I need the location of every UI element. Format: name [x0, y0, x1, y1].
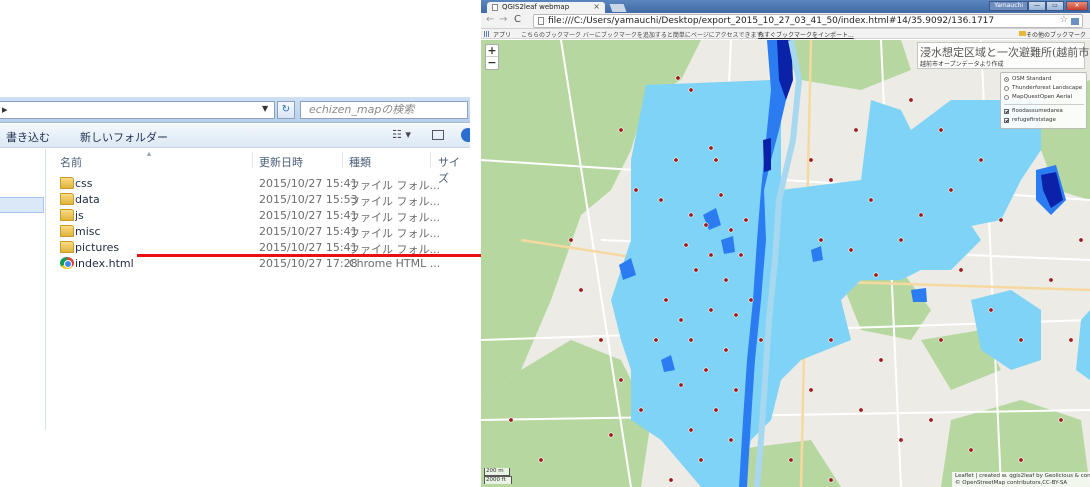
scale-metric: 200 m [484, 468, 510, 476]
column-modified[interactable]: 更新日時 [259, 154, 303, 170]
folder-icon [60, 241, 74, 253]
attribution-line-2[interactable]: © OpenStreetMap contributors,CC-BY-SA [955, 480, 1087, 487]
refresh-button[interactable]: ↻ [277, 101, 295, 119]
scale-imperial: 2000 ft [484, 476, 512, 484]
file-name: misc [75, 225, 101, 238]
extension-icon[interactable] [1071, 18, 1079, 25]
map-title-box: 浸水想定区域と一次避難所(越前市) 越前市オープンデータより作成 [917, 42, 1090, 69]
bookmarks-hint: こちらのブックマーク バーにブックマークを追加すると簡単にページにアクセスできま… [521, 32, 768, 39]
file-name: data [75, 193, 100, 206]
page-icon [492, 4, 498, 11]
file-name: js [75, 209, 84, 222]
apps-grid-icon[interactable] [484, 31, 490, 37]
maximize-button[interactable]: ▭ [1046, 1, 1064, 11]
burn-button[interactable]: 書き込む [6, 129, 50, 145]
file-name: index.html [75, 257, 134, 270]
navigation-pane [0, 149, 46, 430]
column-type[interactable]: 種類 [349, 154, 371, 170]
bookmarks-bar: アプリ こちらのブックマーク バーにブックマークを追加すると簡単にページにアクセ… [481, 29, 1090, 39]
back-icon[interactable]: ← [486, 14, 494, 25]
apps-link[interactable]: アプリ [493, 30, 511, 39]
user-profile-button[interactable]: Yamauchi [989, 1, 1028, 11]
address-bar[interactable]: file:///C:/Users/yamauchi/Desktop/export… [533, 14, 1083, 28]
map-attribution: Leaflet | created w. qgis2leaf by Geolic… [952, 472, 1090, 487]
file-modified: 2015/10/27 15:53 [259, 193, 358, 206]
help-icon[interactable] [461, 128, 470, 142]
page-info-icon[interactable] [538, 17, 544, 25]
scale-bar: 200 m 2000 ft [484, 468, 512, 484]
file-modified: 2015/10/27 15:41 [259, 177, 358, 190]
file-row-misc[interactable]: misc 2015/10/27 15:41 ファイル フォル... [47, 224, 470, 240]
sort-arrow-icon: ▴ [147, 149, 152, 158]
address-input[interactable]: ▸ ▼ [0, 101, 275, 119]
file-type: ファイル フォル... [349, 227, 440, 240]
map-canvas[interactable] [481, 40, 1090, 487]
column-name[interactable]: 名前 [60, 154, 82, 170]
new-tab-button[interactable] [609, 4, 627, 12]
layer-separator [1004, 104, 1084, 105]
folder-icon [60, 177, 74, 189]
zoom-control: + − [485, 44, 499, 70]
checkbox-icon[interactable] [1004, 109, 1009, 114]
preview-pane-icon[interactable] [432, 130, 444, 140]
attribution-line-1[interactable]: Leaflet | created w. qgis2leaf by Geolic… [955, 473, 1090, 480]
layer-label: refugefirststage [1012, 117, 1056, 123]
breadcrumb-chevron-icon[interactable]: ▸ [2, 103, 8, 116]
radio-icon[interactable] [1004, 86, 1009, 91]
zoom-out-button[interactable]: − [486, 57, 498, 69]
new-folder-button[interactable]: 新しいフォルダー [80, 129, 168, 145]
file-type: ファイル フォル... [349, 211, 440, 224]
tab-strip: QGIS2leaf webmap × Yamauchi — ▭ ✕ [481, 0, 1090, 13]
explorer-toolbar: 書き込む 新しいフォルダー ☷ ▾ [0, 124, 470, 148]
layer-label: MapQuestOpen Aerial [1012, 94, 1073, 100]
file-type: ファイル フォル... [349, 179, 440, 192]
radio-icon[interactable] [1004, 95, 1009, 100]
leaflet-map[interactable]: + − 浸水想定区域と一次避難所(越前市) 越前市オープンデータより作成 OSM… [481, 40, 1090, 487]
file-name: css [75, 177, 93, 190]
folder-icon [60, 225, 74, 237]
radio-icon[interactable] [1004, 77, 1009, 82]
checkbox-icon[interactable] [1004, 118, 1009, 123]
file-modified: 2015/10/27 15:41 [259, 225, 358, 238]
folder-icon [1019, 31, 1026, 36]
chrome-icon [60, 257, 74, 269]
file-row-data[interactable]: data 2015/10/27 15:53 ファイル フォル... [47, 192, 470, 208]
minimize-button[interactable]: — [1028, 1, 1046, 11]
import-bookmarks-link[interactable]: 今すぐブックマークをインポート... [758, 30, 854, 39]
reload-icon[interactable]: C [514, 14, 521, 25]
tab-qgis2leaf-webmap[interactable]: QGIS2leaf webmap × [487, 2, 605, 13]
forward-icon[interactable]: → [499, 14, 507, 25]
file-row-js[interactable]: js 2015/10/27 15:41 ファイル フォル... [47, 208, 470, 224]
file-name: pictures [75, 241, 120, 254]
chrome-browser-window: QGIS2leaf webmap × Yamauchi — ▭ ✕ ← → C … [481, 0, 1090, 487]
layer-label: floodassumedarea [1012, 108, 1063, 114]
map-subtitle: 越前市オープンデータより作成 [920, 61, 1004, 68]
close-window-button[interactable]: ✕ [1066, 1, 1088, 11]
nav-selected-item[interactable] [0, 197, 44, 213]
layer-label: OSM Standard [1012, 76, 1052, 82]
red-arrow-annotation [137, 249, 520, 263]
other-bookmarks[interactable]: その他のブックマーク [1026, 30, 1086, 39]
tab-title: QGIS2leaf webmap [502, 3, 570, 11]
file-modified: 2015/10/27 15:41 [259, 209, 358, 222]
bookmark-star-icon[interactable]: ☆ [1060, 15, 1068, 25]
view-options-icon[interactable]: ☷ ▾ [392, 128, 411, 141]
layer-label: Thunderforest Landscape [1012, 85, 1083, 91]
tab-close-icon[interactable]: × [593, 2, 600, 11]
browser-toolbar: ← → C file:///C:/Users/yamauchi/Desktop/… [481, 13, 1090, 29]
url-text[interactable]: file:///C:/Users/yamauchi/Desktop/export… [548, 16, 994, 26]
file-row-css[interactable]: css 2015/10/27 15:41 ファイル フォル... [47, 176, 470, 192]
map-title: 浸水想定区域と一次避難所(越前市) [920, 46, 1090, 59]
address-dropdown-icon[interactable]: ▼ [262, 104, 268, 113]
folder-icon [60, 193, 74, 205]
file-type: ファイル フォル... [349, 195, 440, 208]
explorer-address-bar: ▸ ▼ ↻ echizen_mapの検索 [0, 97, 470, 123]
column-headers: 名前 ▴ 更新日時 種類 サイズ [47, 149, 470, 185]
folder-icon [60, 209, 74, 221]
search-input[interactable]: echizen_mapの検索 [300, 101, 468, 119]
arrow-shaft [137, 254, 509, 257]
layer-control: OSM Standard Thunderforest Landscape Map… [1000, 72, 1087, 129]
